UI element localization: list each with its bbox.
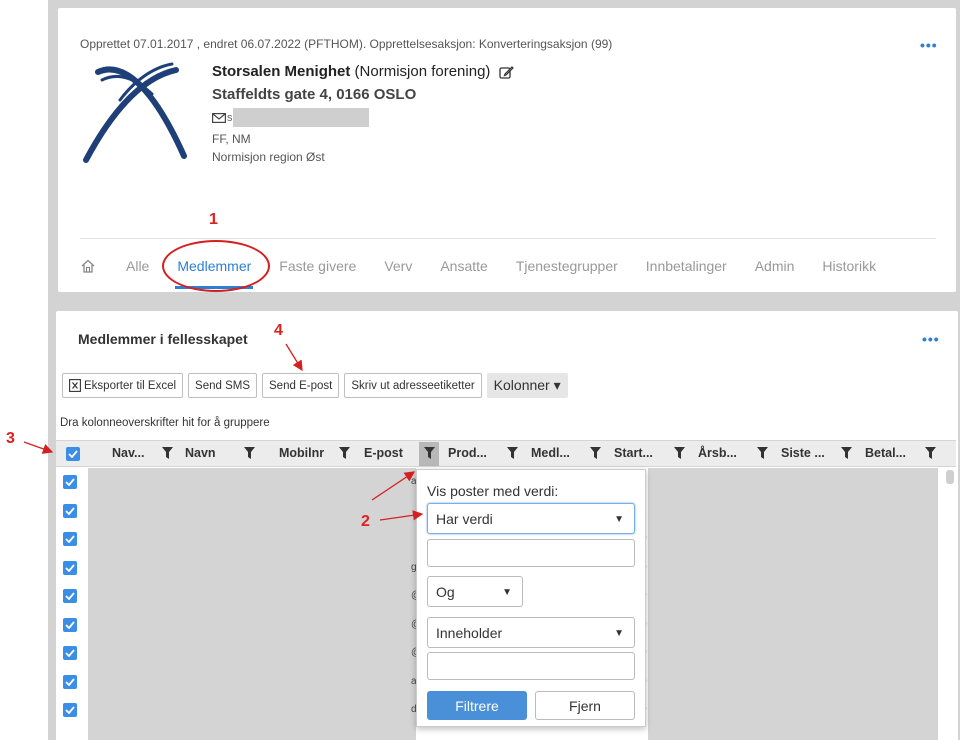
annotation-arrows: [23, 343, 424, 521]
